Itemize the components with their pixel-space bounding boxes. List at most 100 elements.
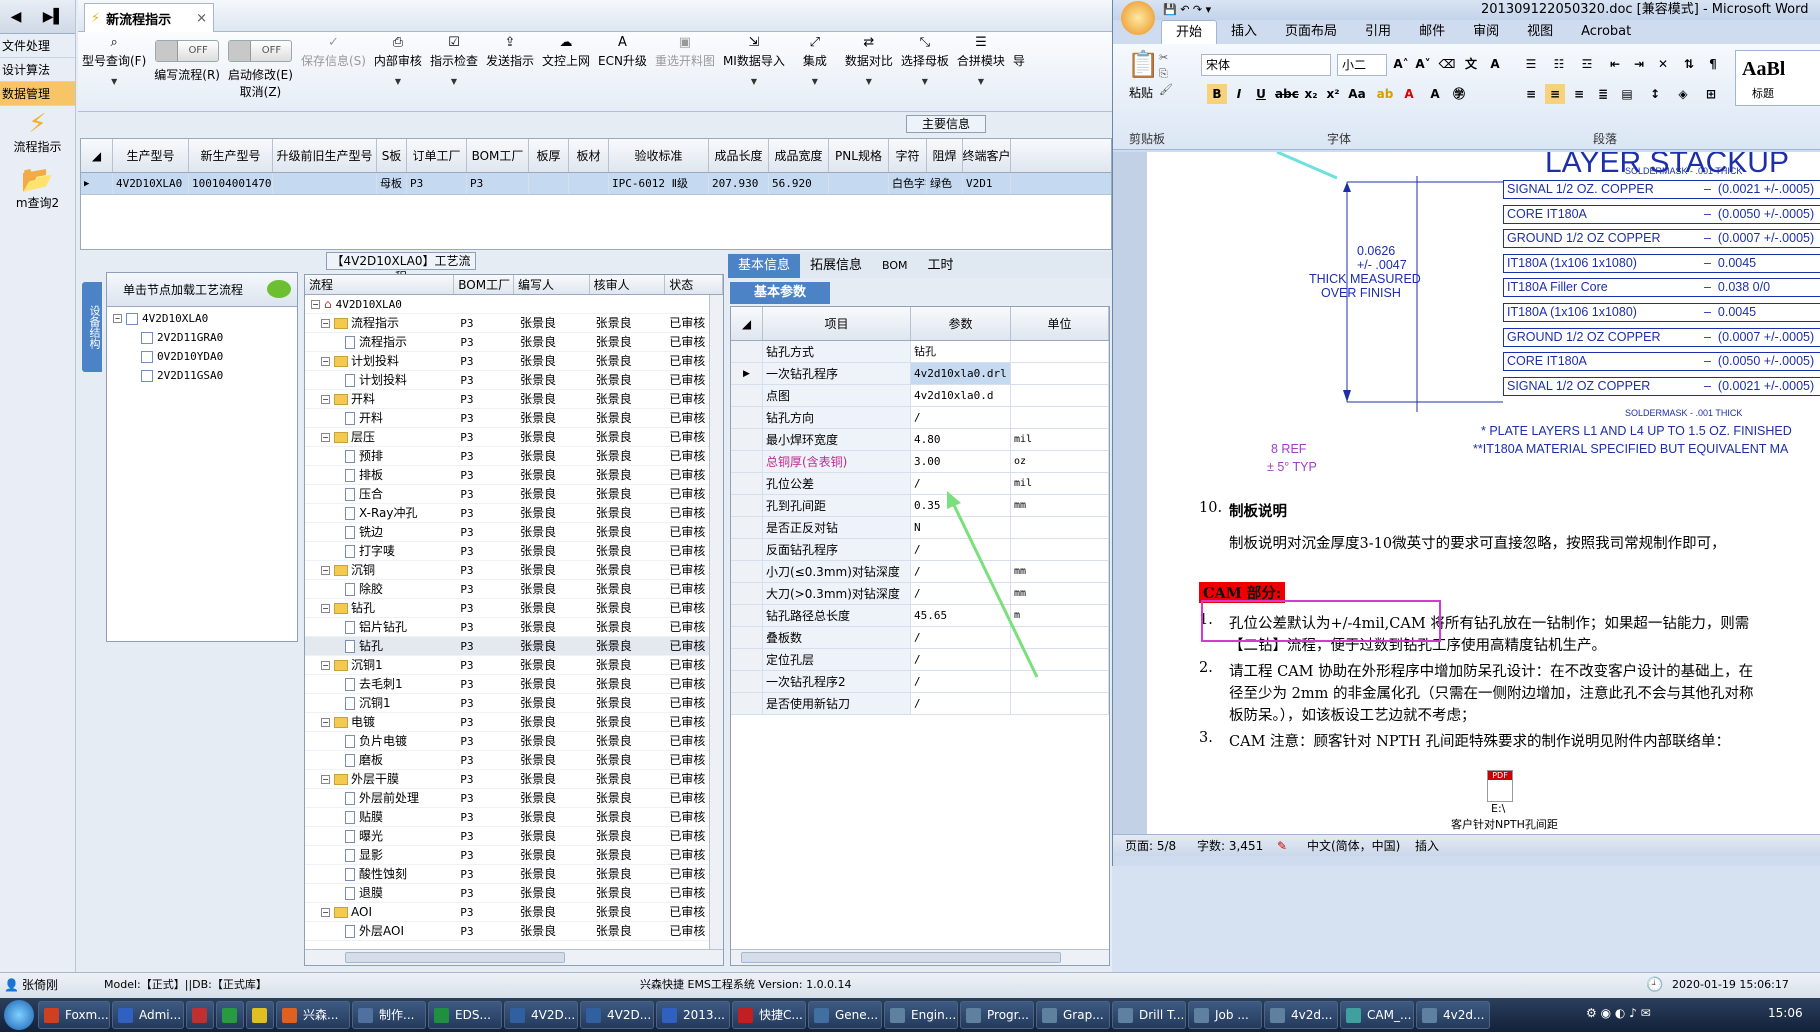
table-row[interactable]: 显影 P3 张景良 张景良 已审核 — [305, 846, 723, 865]
taskbar-item[interactable]: 兴森... — [276, 1001, 350, 1029]
collapse-icon[interactable]: − — [321, 432, 330, 442]
col-header[interactable]: BOM工厂 — [467, 139, 529, 172]
col-header[interactable]: 新生产型号 — [189, 139, 273, 172]
paste-label[interactable]: 粘贴 — [1129, 84, 1153, 101]
table-row[interactable]: − 电镀 P3 张景良 张景良 已审核 — [305, 713, 723, 732]
align-right-icon[interactable]: ≡ — [1569, 84, 1589, 104]
distributed-icon[interactable]: ▤ — [1617, 84, 1637, 104]
table-row[interactable]: − 开料 P3 张景良 张景良 已审核 — [305, 390, 723, 409]
taskbar-item[interactable]: 4v2d... — [1264, 1001, 1338, 1029]
clipboard-small-icons[interactable]: ✂ ⎘ 🖌 — [1159, 50, 1173, 98]
collapse-icon[interactable]: − — [321, 907, 330, 917]
collapse-icon[interactable]: − — [321, 603, 330, 613]
strikethrough-icon[interactable]: abc — [1275, 84, 1299, 104]
table-row[interactable]: 外层前处理 P3 张景良 张景良 已审核 — [305, 789, 723, 808]
increase-indent-icon[interactable]: ⇥ — [1629, 54, 1649, 74]
tab-review[interactable]: 审阅 — [1459, 20, 1513, 44]
align-center-icon[interactable]: ≡ — [1545, 84, 1565, 104]
cell[interactable]: P3 — [407, 173, 467, 194]
style-normal[interactable]: AaBl 标题 — [1735, 50, 1820, 106]
col-header[interactable]: 阻焊 — [927, 139, 963, 172]
show-marks-icon[interactable]: ¶ — [1703, 54, 1723, 74]
cell[interactable]: V2D1 — [963, 173, 1011, 194]
sort-icon[interactable]: ⇅ — [1679, 54, 1699, 74]
col-header[interactable]: S板 — [377, 139, 407, 172]
tab-acrobat[interactable]: Acrobat — [1567, 20, 1645, 44]
taskbar-item[interactable]: 2013... — [656, 1001, 730, 1029]
taskbar-item[interactable]: Foxm... — [38, 1001, 110, 1029]
nav-back-icon[interactable]: ◀ — [11, 9, 22, 25]
table-row[interactable]: − 钻孔 P3 张景良 张景良 已审核 — [305, 599, 723, 618]
taskbar-item[interactable]: Gene... — [808, 1001, 882, 1029]
collapse-icon[interactable]: − — [321, 660, 330, 670]
merge-module-button[interactable]: ☰ 合拼模块 ▼ — [953, 32, 1009, 111]
status-words[interactable]: 字数: 3,451 — [1197, 835, 1263, 857]
taskbar-item[interactable]: EDS... — [428, 1001, 502, 1029]
nav-item-data[interactable]: 数据管理 — [0, 82, 75, 106]
italic-icon[interactable]: I — [1229, 84, 1249, 104]
cell[interactable] — [529, 173, 569, 194]
ecn-upgrade-button[interactable]: A ECN升级 — [594, 32, 651, 111]
nav-flow-indication[interactable]: ⚡ 流程指示 — [0, 106, 75, 162]
cancel-label[interactable]: 取消(Z) — [240, 83, 282, 100]
shading-icon[interactable]: ◈ — [1673, 84, 1693, 104]
table-row[interactable]: − 计划投料 P3 张景良 张景良 已审核 — [305, 352, 723, 371]
col-header[interactable]: 板厚 — [529, 139, 569, 172]
status-insert-mode[interactable]: 插入 — [1415, 835, 1439, 857]
table-row[interactable]: − 沉铜 P3 张景良 张景良 已审核 — [305, 561, 723, 580]
collapse-icon[interactable]: − — [321, 394, 330, 404]
cell[interactable] — [829, 173, 889, 194]
taskbar-item[interactable]: 4v2d... — [1416, 1001, 1490, 1029]
col-header[interactable]: 成品宽度 — [769, 139, 829, 172]
col-header[interactable]: 流程 — [305, 275, 455, 294]
decrease-indent-icon[interactable]: ⇤ — [1605, 54, 1625, 74]
tray-icons[interactable]: ⚙ ◉ ◐ ♪ ✉ — [1586, 1006, 1651, 1020]
subscript-icon[interactable]: x₂ — [1301, 84, 1321, 104]
toggle-switch[interactable]: OFF — [228, 40, 293, 62]
cell[interactable] — [569, 173, 609, 194]
pdf-icon[interactable]: PDF — [1487, 770, 1513, 802]
paste-icon[interactable]: 📋 — [1127, 50, 1159, 80]
taskbar-item[interactable]: Admi... — [112, 1001, 184, 1029]
table-row[interactable]: − 沉铜1 P3 张景良 张景良 已审核 — [305, 656, 723, 675]
col-header[interactable]: 升级前旧生产型号 — [273, 139, 377, 172]
tab-bom[interactable]: BOM — [872, 254, 918, 278]
char-shading-icon[interactable]: A — [1425, 84, 1445, 104]
collapse-icon[interactable]: − — [321, 318, 330, 328]
tree-row-root[interactable]: − ⌂ 4V2D10XLA0 — [305, 295, 723, 314]
integrate-button[interactable]: ⤢ 集成 ▼ — [789, 32, 841, 111]
close-icon[interactable]: × — [196, 11, 207, 26]
taskbar-item[interactable]: 快捷C... — [732, 1001, 806, 1029]
tab-basic-params[interactable]: 基本参数 — [730, 282, 830, 304]
highlight-icon[interactable]: ab — [1375, 84, 1395, 104]
multilevel-list-icon[interactable]: ☲ — [1577, 54, 1597, 74]
status-page[interactable]: 页面: 5/8 — [1125, 835, 1176, 857]
superscript-icon[interactable]: x² — [1323, 84, 1343, 104]
change-case-icon[interactable]: Aa — [1347, 84, 1367, 104]
start-edit-toggle[interactable]: OFF 启动修改(E) 取消(Z) — [224, 32, 297, 111]
horizontal-scrollbar[interactable] — [305, 949, 723, 965]
data-compare-button[interactable]: ⇄ 数据对比 ▼ — [841, 32, 897, 111]
col-header[interactable]: 字符 — [889, 139, 927, 172]
export-button[interactable]: 导 — [1009, 32, 1029, 111]
taskbar-clock[interactable]: 15:06 — [1768, 1006, 1803, 1020]
taskbar-item[interactable]: 4V2D... — [504, 1001, 578, 1029]
table-row[interactable]: 钻孔 P3 张景良 张景良 已审核 — [305, 637, 723, 656]
taskbar-item[interactable]: 制作... — [352, 1001, 426, 1029]
table-row[interactable]: 贴膜 P3 张景良 张景良 已审核 — [305, 808, 723, 827]
chinese-layout-icon[interactable]: ✕ — [1653, 54, 1673, 74]
cell[interactable]: 56.920 — [769, 173, 829, 194]
proofing-icon[interactable]: ✎ — [1277, 835, 1287, 857]
quick-access-icons[interactable]: 💾 ↶ ↷ ▾ — [1163, 0, 1211, 20]
table-row[interactable]: − 外层干膜 P3 张景良 张景良 已审核 — [305, 770, 723, 789]
table-row[interactable]: 外层AOI P3 张景良 张景良 已审核 — [305, 922, 723, 941]
table-row[interactable]: ▶ 4V2D10XLA0 10010400147050 母板 P3 P3 IPC… — [81, 173, 1111, 195]
table-row[interactable]: − 流程指示 P3 张景良 张景良 已审核 — [305, 314, 723, 333]
tab-extended-info[interactable]: 拓展信息 — [800, 254, 872, 278]
save-info-button[interactable]: ✓ 保存信息(S) — [297, 32, 370, 111]
table-row[interactable]: 酸性蚀刻 P3 张景良 张景良 已审核 — [305, 865, 723, 884]
tab-references[interactable]: 引用 — [1351, 20, 1405, 44]
taskbar-item[interactable]: Grap... — [1036, 1001, 1110, 1029]
tree-node[interactable]: 0V2D10YDA0 — [113, 347, 297, 366]
tab-mailings[interactable]: 邮件 — [1405, 20, 1459, 44]
